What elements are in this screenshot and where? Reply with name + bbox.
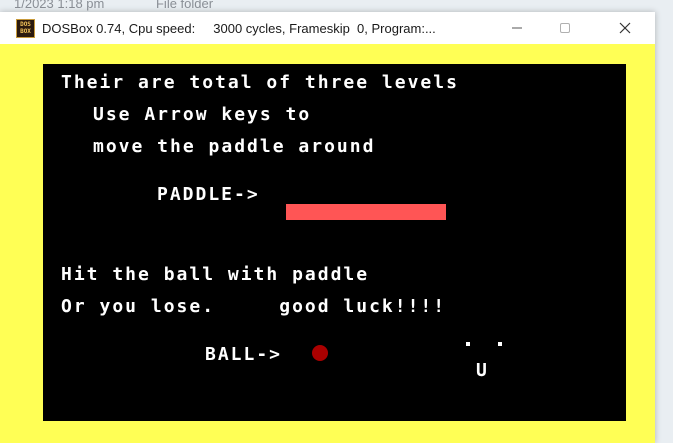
- player-eye-left: [466, 342, 470, 346]
- title-bar[interactable]: DOS BOX DOSBox 0.74, Cpu speed: 3000 cyc…: [0, 12, 655, 44]
- dosbox-app-icon: DOS BOX: [16, 18, 35, 38]
- player-glyph: U: [476, 360, 489, 381]
- date-text: 1/2023 1:18 pm: [14, 0, 105, 11]
- game-screen[interactable]: Their are total of three levels Use Arro…: [43, 64, 626, 421]
- instruction-line-2: Use Arrow keys to: [93, 104, 312, 125]
- dos-border: Their are total of three levels Use Arro…: [0, 44, 655, 443]
- hint-line-2: Or you lose. good luck!!!!: [61, 296, 447, 317]
- player-eye-right: [498, 342, 502, 346]
- dosbox-window[interactable]: DOS BOX DOSBox 0.74, Cpu speed: 3000 cyc…: [0, 12, 655, 443]
- close-button[interactable]: [602, 12, 648, 44]
- instruction-line-3: move the paddle around: [93, 136, 376, 157]
- maximize-button[interactable]: [542, 12, 588, 44]
- paddle: [286, 204, 446, 220]
- icon-text-top: DOS: [20, 21, 31, 28]
- window-title: DOSBox 0.74, Cpu speed: 3000 cycles, Fra…: [42, 20, 436, 36]
- minimize-button[interactable]: [494, 12, 540, 44]
- ball-label: BALL->: [205, 344, 283, 365]
- minimize-icon: [512, 27, 522, 29]
- desktop-item-date: 1/2023 1:18 pm File folder: [14, 0, 213, 11]
- close-icon: [619, 22, 631, 34]
- ball: [312, 345, 328, 361]
- paddle-label: PADDLE->: [157, 184, 260, 205]
- hint-line-1: Hit the ball with paddle: [61, 264, 370, 285]
- instruction-line-1: Their are total of three levels: [61, 72, 459, 93]
- icon-text-bottom: BOX: [20, 28, 31, 35]
- type-text: File folder: [155, 0, 214, 11]
- maximize-icon: [560, 23, 570, 33]
